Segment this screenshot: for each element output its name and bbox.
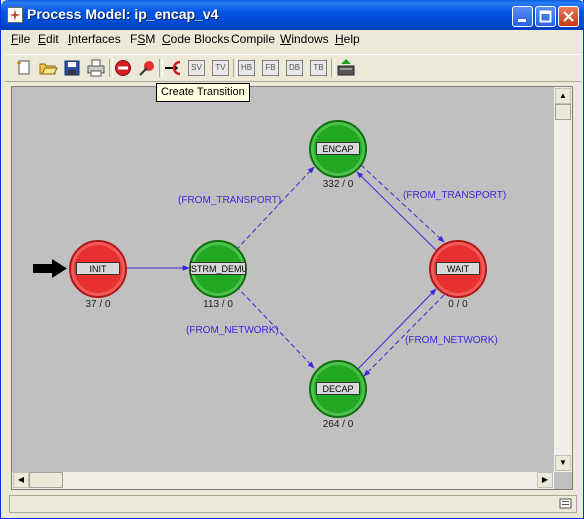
transition-wait-encap[interactable] [356,171,437,251]
status-icon[interactable] [559,497,573,511]
menu-interfaces[interactable]: Interfaces [68,32,121,46]
tb-button[interactable]: TB [310,60,327,76]
print-icon[interactable] [86,58,106,78]
menu-windows[interactable]: Windows [280,32,329,46]
close-button[interactable] [558,6,579,27]
menu-help[interactable]: Help [335,32,360,46]
scroll-left-button[interactable]: ◀ [13,472,29,488]
scroll-right-button[interactable]: ▶ [537,472,553,488]
fsm-diagram [33,120,487,418]
transition-decap-wait[interactable] [356,288,437,371]
compile-icon[interactable] [336,58,356,78]
state-label-encap: ENCAP [316,142,360,155]
menu-fsm[interactable]: FSM [130,32,155,46]
maximize-button[interactable] [535,6,556,27]
app-icon [7,7,23,23]
toolbar: SV TV HB FB DB TB [5,54,581,82]
transition-label-strm-decap: (FROM_NETWORK) [186,325,279,336]
db-button[interactable]: DB [286,60,303,76]
status-bar [9,495,577,513]
scroll-up-button[interactable]: ▲ [555,88,571,104]
minimize-button[interactable] [512,6,533,27]
menu-bar: File Edit Interfaces FSM Code Blocks Com… [5,30,581,50]
fb-button[interactable]: FB [262,60,279,76]
create-transition-icon[interactable] [163,58,183,78]
hb-button[interactable]: HB [238,60,255,76]
menu-code-blocks[interactable]: Code Blocks [162,32,229,46]
transition-label-decap-wait: (FROM_NETWORK) [405,335,498,346]
create-state-icon[interactable] [137,58,157,78]
process-model-window: Process Model: ip_encap_v4 File Edit Int… [0,0,584,519]
open-folder-icon[interactable] [38,58,58,78]
state-counts-encap: 332 / 0 [322,179,354,190]
transition-encap-wait[interactable] [360,164,445,243]
menu-compile[interactable]: Compile [231,32,275,46]
state-label-decap: DECAP [316,382,360,395]
save-icon[interactable] [62,58,82,78]
tooltip: Create Transition [156,83,250,102]
stop-icon[interactable] [113,58,133,78]
state-counts-strm-demux: 113 / 0 [203,299,233,310]
state-counts-init: 37 / 0 [85,299,111,310]
fsm-canvas[interactable]: INIT STRM_DEMUX ENCAP DECAP WAIT 37 / 0 … [11,86,573,490]
window-title: Process Model: ip_encap_v4 [27,6,219,22]
sv-button[interactable]: SV [188,60,205,76]
state-label-init: INIT [76,262,120,275]
state-counts-decap: 264 / 0 [322,419,354,430]
transition-label-strm-encap: (FROM_TRANSPORT) [178,195,282,206]
vertical-scrollbar[interactable]: ▲ ▼ [554,87,572,472]
toolbar-separator [233,59,237,77]
scroll-down-button[interactable]: ▼ [555,455,571,471]
new-file-icon[interactable] [14,58,34,78]
transition-label-encap-wait: (FROM_TRANSPORT) [403,190,507,201]
transition-strm-encap[interactable] [235,166,315,251]
menu-file[interactable]: File [11,32,30,46]
toolbar-separator [331,59,335,77]
vertical-scroll-thumb[interactable] [555,104,571,120]
menu-edit[interactable]: Edit [38,32,59,46]
horizontal-scrollbar[interactable]: ◀ ▶ [12,472,554,489]
state-counts-wait: 0 / 0 [448,299,468,310]
state-label-wait: WAIT [436,262,480,275]
tv-button[interactable]: TV [212,60,229,76]
title-bar[interactable]: Process Model: ip_encap_v4 [1,0,584,30]
state-label-strm-demux: STRM_DEMUX [190,262,246,275]
horizontal-scroll-thumb[interactable] [29,472,63,488]
initial-state-arrow [33,259,67,278]
